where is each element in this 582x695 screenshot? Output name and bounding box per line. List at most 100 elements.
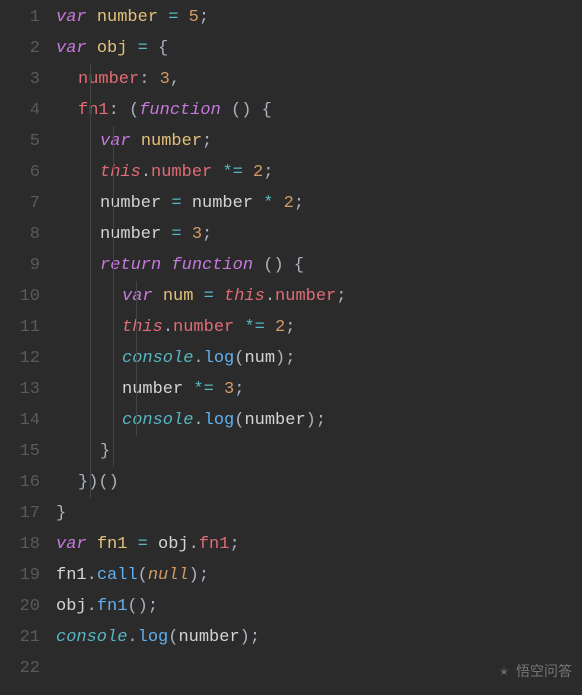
token-id [127, 535, 137, 554]
token-id [182, 225, 192, 244]
token-def: obj [97, 39, 128, 58]
indent-guide [90, 126, 91, 157]
token-num: 2 [253, 163, 263, 182]
indent-guide [113, 436, 114, 467]
token-consolekw: console [122, 411, 193, 430]
indent-guide [136, 281, 137, 312]
indent-guide [90, 343, 91, 374]
token-id [221, 101, 231, 120]
code-line[interactable]: number = 3; [56, 219, 582, 250]
code-line[interactable]: var num = this.number; [56, 281, 582, 312]
indent-guide [90, 281, 91, 312]
token-punct: . [163, 318, 173, 337]
token-punct: : [109, 101, 129, 120]
indent-guide [113, 374, 114, 405]
code-line[interactable]: return function () { [56, 250, 582, 281]
line-number: 18 [8, 529, 40, 560]
line-number: 22 [8, 653, 40, 684]
token-kwfn: function [171, 256, 253, 275]
code-line[interactable]: var obj = { [56, 33, 582, 64]
code-line[interactable]: var number = 5; [56, 2, 582, 33]
token-kw: return [100, 256, 161, 275]
token-paren: )() [88, 473, 119, 492]
token-paren: ( [168, 628, 178, 647]
token-id: number [100, 194, 171, 213]
token-op: *= [244, 318, 264, 337]
token-id [251, 101, 261, 120]
token-kw: var [56, 535, 87, 554]
token-kw: var [56, 39, 87, 58]
token-id: num [244, 349, 275, 368]
code-line[interactable]: obj.fn1(); [56, 591, 582, 622]
token-punct: ; [234, 380, 244, 399]
code-line[interactable]: number: 3, [56, 64, 582, 95]
token-op: = [138, 39, 148, 58]
token-punct: { [158, 39, 168, 58]
code-line[interactable]: console.log(number); [56, 622, 582, 653]
line-number: 4 [8, 95, 40, 126]
token-def: number [97, 8, 158, 27]
token-punct: ; [148, 597, 158, 616]
code-editor[interactable]: 12345678910111213141516171819202122 var … [0, 0, 582, 695]
indent-guide [90, 157, 91, 188]
line-number: 10 [8, 281, 40, 312]
code-line[interactable]: })() [56, 467, 582, 498]
line-number: 19 [8, 560, 40, 591]
indent-guide [113, 157, 114, 188]
token-num: 5 [189, 8, 199, 27]
token-punct: ; [199, 566, 209, 585]
token-id: number [244, 411, 305, 430]
token-paren: () [231, 101, 251, 120]
indent-guide [90, 188, 91, 219]
token-paren: ) [306, 411, 316, 430]
code-line[interactable]: this.number *= 2; [56, 312, 582, 343]
token-op: = [168, 8, 178, 27]
token-methodcall: fn1 [97, 597, 128, 616]
token-punct: . [87, 597, 97, 616]
code-line[interactable]: console.log(number); [56, 405, 582, 436]
line-number: 5 [8, 126, 40, 157]
wukong-icon [496, 664, 512, 680]
token-punct: ; [285, 318, 295, 337]
code-line[interactable]: console.log(num); [56, 343, 582, 374]
code-line[interactable]: var fn1 = obj.fn1; [56, 529, 582, 560]
token-punct: ; [202, 225, 212, 244]
indent-guide [113, 126, 114, 157]
code-line[interactable]: fn1: (function () { [56, 95, 582, 126]
token-paren: ( [234, 349, 244, 368]
token-this: this [224, 287, 265, 306]
token-id [273, 194, 283, 213]
code-line[interactable]: this.number *= 2; [56, 157, 582, 188]
token-id: obj [56, 597, 87, 616]
indent-guide [113, 188, 114, 219]
code-area[interactable]: var number = 5;var obj = {number: 3,fn1:… [56, 0, 582, 695]
token-kwfn: function [139, 101, 221, 120]
code-line[interactable]: } [56, 498, 582, 529]
token-op: = [171, 194, 181, 213]
token-id [161, 256, 171, 275]
token-punct: } [78, 473, 88, 492]
token-punct: . [193, 411, 203, 430]
code-line[interactable]: } [56, 436, 582, 467]
indent-guide [136, 343, 137, 374]
code-line[interactable]: var number; [56, 126, 582, 157]
token-this: this [100, 163, 141, 182]
indent-guide [90, 219, 91, 250]
token-paren: ( [234, 411, 244, 430]
token-num: 2 [275, 318, 285, 337]
line-number: 11 [8, 312, 40, 343]
token-consolekw: console [122, 349, 193, 368]
token-prop: number [173, 318, 234, 337]
token-id [87, 535, 97, 554]
code-line[interactable]: fn1.call(null); [56, 560, 582, 591]
code-line[interactable]: number = number * 2; [56, 188, 582, 219]
token-punct: ; [229, 535, 239, 554]
indent-guide [136, 405, 137, 436]
token-punct: ; [250, 628, 260, 647]
token-id: obj [148, 535, 189, 554]
line-number: 9 [8, 250, 40, 281]
token-punct: ; [199, 8, 209, 27]
token-num: 3 [160, 70, 170, 89]
code-line[interactable]: number *= 3; [56, 374, 582, 405]
token-kw: var [56, 8, 87, 27]
